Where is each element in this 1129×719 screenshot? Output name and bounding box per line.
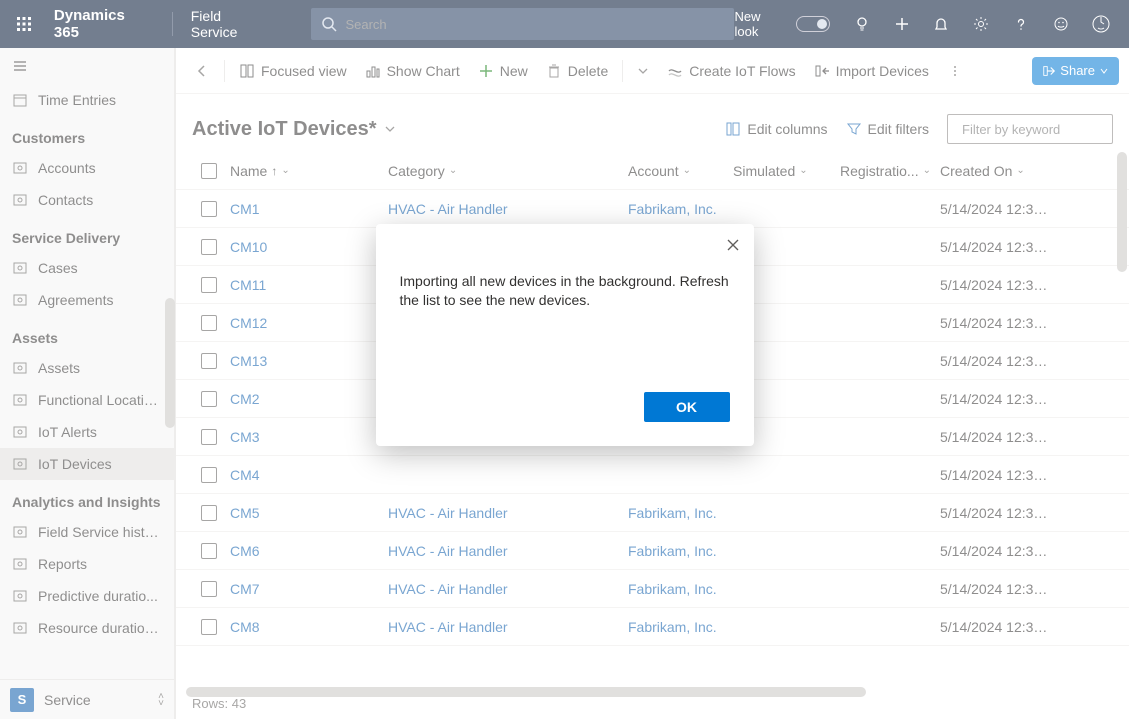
dialog-message: Importing all new devices in the backgro… xyxy=(400,272,730,352)
import-dialog: Importing all new devices in the backgro… xyxy=(376,224,754,446)
ok-button[interactable]: OK xyxy=(644,392,730,422)
modal-overlay: Importing all new devices in the backgro… xyxy=(0,0,1129,719)
close-icon[interactable] xyxy=(726,238,740,252)
